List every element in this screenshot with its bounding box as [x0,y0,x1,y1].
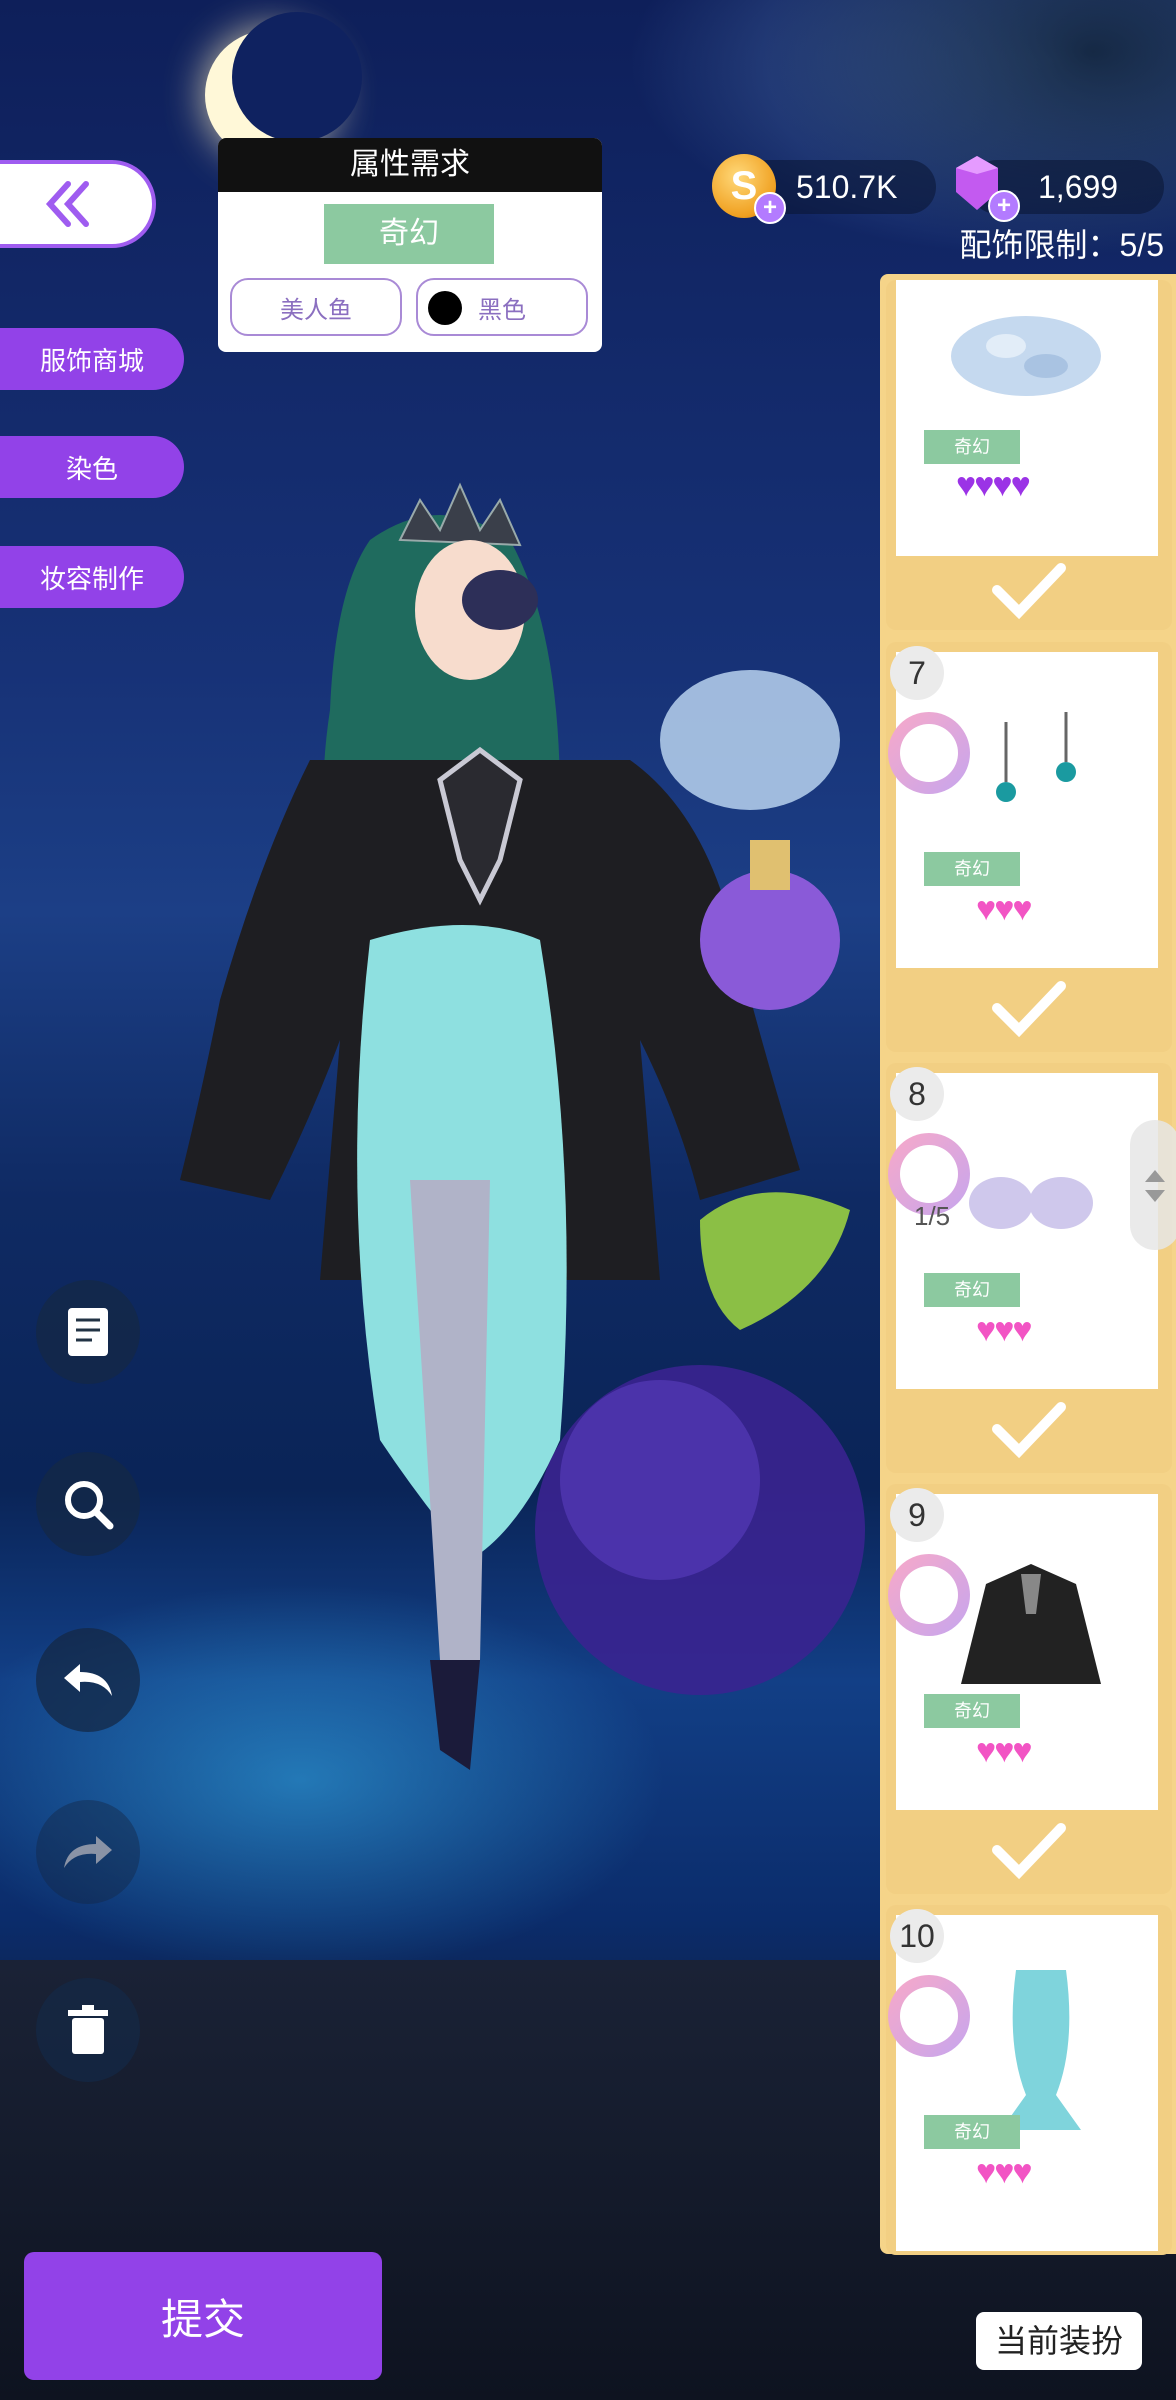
item-hearts: ♥♥♥ [976,890,1033,928]
back-button[interactable] [0,160,156,248]
notes-button[interactable] [36,1280,140,1384]
selected-check-icon [886,550,1172,630]
trash-icon [68,2005,108,2054]
zoom-button[interactable] [36,1452,140,1556]
selected-check-icon [886,1810,1172,1890]
item-card[interactable]: 奇幻 ♥♥♥ 7 [886,642,1172,1052]
item-card[interactable]: 奇幻 ♥♥♥♥ [886,280,1172,630]
undo-button[interactable] [36,1628,140,1732]
add-coins-icon[interactable]: + [754,192,786,224]
item-card[interactable]: 奇幻 ♥♥♥ 10 [886,1905,1172,2255]
item-number: 7 [890,646,944,700]
redo-button[interactable] [36,1800,140,1904]
side-menu-makeup[interactable]: 妆容制作 [0,546,184,608]
character-model [180,482,865,1770]
selected-check-icon [886,1389,1172,1469]
item-hearts: ♥♥♥ [976,1732,1033,1770]
delete-button[interactable] [36,1978,140,2082]
undo-icon [64,1664,112,1696]
crystal-shells-icon [951,316,1101,396]
dye-progress: 1/5 [914,1201,951,1231]
item-hearts: ♥♥♥ [976,1311,1033,1349]
add-gems-icon[interactable]: + [988,190,1020,222]
requirement-tag-color: 黑色 [416,278,588,336]
item-number: 9 [890,1488,944,1542]
current-outfit-button[interactable]: 当前装扮 [976,2312,1142,2370]
dye-palette-icon[interactable] [888,1554,970,1636]
requirement-tag-mermaid: 美人鱼 [230,278,402,336]
dye-palette-icon[interactable] [888,712,970,794]
earrings-icon [996,712,1076,802]
side-menu-dye[interactable]: 染色 [0,436,184,498]
scroll-arrows-icon [1145,1170,1165,1202]
accessory-limit: 配饰限制：5/5 [959,227,1165,263]
shell-top-icon [969,1177,1093,1229]
redo-icon [64,1836,112,1868]
item-number: 8 [890,1067,944,1121]
double-chevron-left-icon [45,181,89,227]
item-tag: 奇幻 [924,852,1020,886]
item-tag: 奇幻 [924,1273,1020,1307]
side-menu-shop[interactable]: 服饰商城 [0,328,184,390]
mermaid-skirt-icon [1001,1970,1081,2130]
item-card[interactable]: 奇幻 ♥♥♥ 9 [886,1484,1172,1894]
item-tag: 奇幻 [924,1694,1020,1728]
dye-palette-icon[interactable] [888,1975,970,2057]
item-number: 10 [890,1909,944,1963]
item-hearts: ♥♥♥ [976,2153,1033,2191]
item-tag: 奇幻 [924,430,1020,464]
black-color-dot [428,291,462,325]
black-cloak-icon [961,1564,1101,1684]
item-hearts: ♥♥♥♥ [956,466,1031,504]
zoom-icon [65,1481,114,1530]
item-tag: 奇幻 [924,2115,1020,2149]
requirement-title: 属性需求 [218,138,602,192]
notes-icon [68,1308,108,1356]
submit-button[interactable]: 提交 [24,2252,382,2380]
requirement-main-tag: 奇幻 [324,204,494,264]
selected-check-icon [886,968,1172,1048]
list-scroll-handle[interactable] [1130,1120,1176,1250]
attribute-requirement-panel: 属性需求 奇幻 美人鱼 黑色 [218,138,602,352]
